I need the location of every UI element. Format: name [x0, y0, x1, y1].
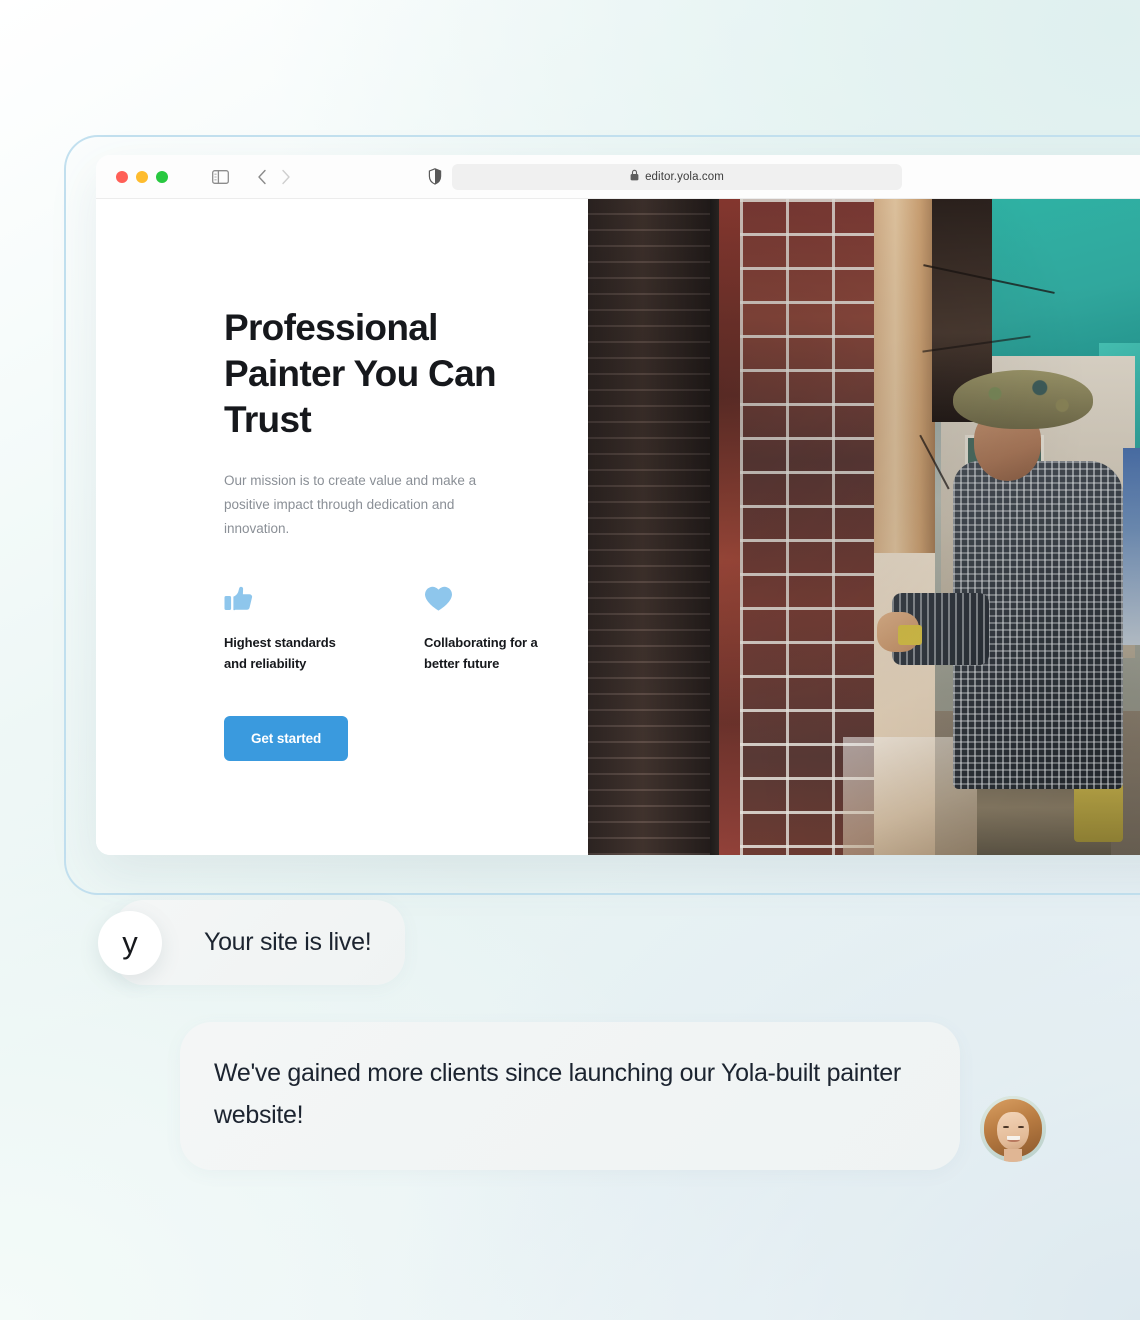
photo-painter-hat — [952, 369, 1093, 429]
get-started-button[interactable]: Get started — [224, 716, 349, 761]
hero-text-column: Professional Painter You Can Trust Our m… — [96, 199, 588, 855]
feature-item-collaboration: Collaborating for a better future — [424, 585, 558, 674]
chat-message-brand: y Your site is live! — [98, 900, 406, 985]
feature-label: Highest standards and reliability — [224, 635, 336, 671]
photo-blue-cloth — [1123, 448, 1140, 646]
avatar-eye-right — [1017, 1125, 1024, 1129]
browser-toolbar: editor.yola.com — [96, 155, 1140, 199]
hero-feature-list: Highest standards and reliability Collab… — [224, 585, 588, 674]
url-text: editor.yola.com — [645, 171, 724, 183]
photo-paint-tool — [898, 625, 923, 646]
zoom-window-button[interactable] — [156, 170, 168, 183]
minimize-window-button[interactable] — [136, 170, 148, 183]
hero-headline: Professional Painter You Can Trust — [224, 307, 497, 440]
photo-dark-wall — [588, 199, 710, 855]
painter-at-work-photo — [588, 199, 1140, 855]
back-chevron-icon[interactable] — [257, 169, 267, 185]
avatar-smile — [1007, 1135, 1020, 1142]
window-controls[interactable] — [116, 170, 168, 183]
forward-chevron-icon[interactable] — [281, 169, 291, 185]
avatar-neck — [1003, 1148, 1023, 1162]
yola-brand-avatar: y — [98, 910, 162, 975]
sidebar-toggle-icon[interactable] — [212, 169, 229, 184]
privacy-shield-icon[interactable] — [428, 168, 442, 185]
feature-label: Collaborating for a better future — [424, 635, 538, 671]
hero-subtext: Our mission is to create value and make … — [224, 473, 477, 536]
feature-item-standards: Highest standards and reliability — [224, 585, 358, 674]
heart-icon — [424, 585, 558, 615]
close-window-button[interactable] — [116, 170, 128, 183]
thumbs-up-icon — [224, 585, 358, 615]
user-avatar — [980, 1096, 1046, 1162]
chat-message-user: We've gained more clients since launchin… — [180, 1022, 1046, 1170]
avatar-face — [997, 1111, 1029, 1151]
address-bar[interactable]: editor.yola.com — [452, 164, 902, 190]
lock-icon — [630, 168, 639, 186]
site-preview: Professional Painter You Can Trust Our m… — [96, 199, 1140, 855]
photo-tile-column — [718, 199, 740, 855]
browser-window: editor.yola.com Professional Painter You… — [96, 155, 1140, 855]
chat-bubble-testimonial: We've gained more clients since launchin… — [180, 1022, 960, 1170]
